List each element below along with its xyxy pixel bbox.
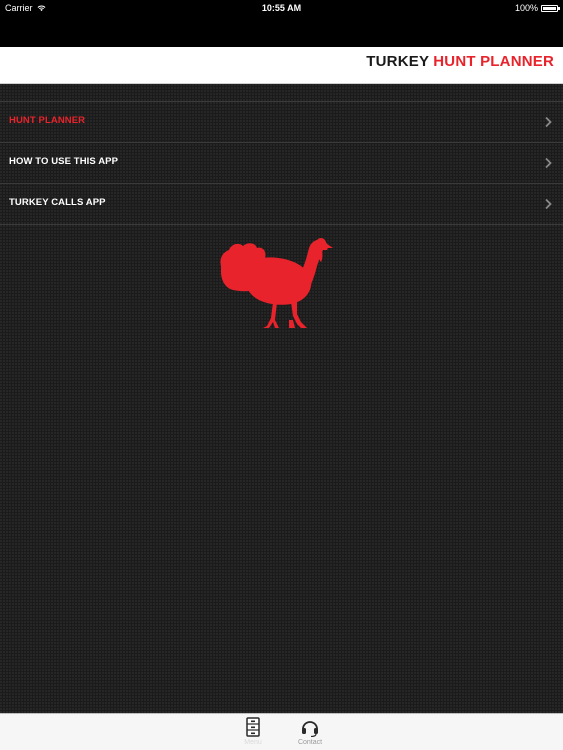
- app-header: TURKEY HUNT PLANNER: [0, 47, 563, 84]
- turkey-silhouette-icon: [220, 238, 333, 328]
- tab-bar: Menu Contact: [0, 713, 563, 750]
- menu-item-label: HOW TO USE THIS APP: [9, 156, 119, 167]
- app-title-part2: HUNT PLANNER: [433, 53, 554, 70]
- menu-item-hunt-planner[interactable]: HUNT PLANNER: [0, 102, 563, 143]
- battery-icon: [541, 4, 560, 12]
- menu-list: HUNT PLANNER HOW TO USE THIS APP TURKEY …: [0, 101, 563, 225]
- tab-label: Menu: [244, 739, 262, 746]
- tab-menu[interactable]: Menu: [228, 717, 278, 749]
- top-band: [0, 18, 563, 47]
- menu-item-label: TURKEY CALLS APP: [9, 197, 106, 208]
- battery-group: 100%: [514, 3, 560, 13]
- menu-item-how-to-use[interactable]: HOW TO USE THIS APP: [0, 143, 563, 184]
- app-title: TURKEY HUNT PLANNER: [366, 53, 554, 70]
- battery-percent: 100%: [514, 3, 538, 13]
- headset-icon: [302, 721, 318, 737]
- menu-item-label: HUNT PLANNER: [9, 115, 86, 126]
- app-title-part1: TURKEY: [366, 53, 429, 70]
- chevron-right-icon: [545, 157, 552, 169]
- clock: 10:55 AM: [261, 3, 302, 13]
- chevron-right-icon: [545, 198, 552, 210]
- menu-cabinet-icon: [246, 717, 260, 737]
- tab-label: Contact: [297, 739, 323, 746]
- chevron-right-icon: [545, 116, 552, 128]
- status-bar: Carrier 10:55 AM 100%: [0, 0, 563, 18]
- tab-contact[interactable]: Contact: [285, 717, 335, 749]
- menu-item-turkey-calls[interactable]: TURKEY CALLS APP: [0, 184, 563, 225]
- main-content: HUNT PLANNER HOW TO USE THIS APP TURKEY …: [0, 84, 563, 713]
